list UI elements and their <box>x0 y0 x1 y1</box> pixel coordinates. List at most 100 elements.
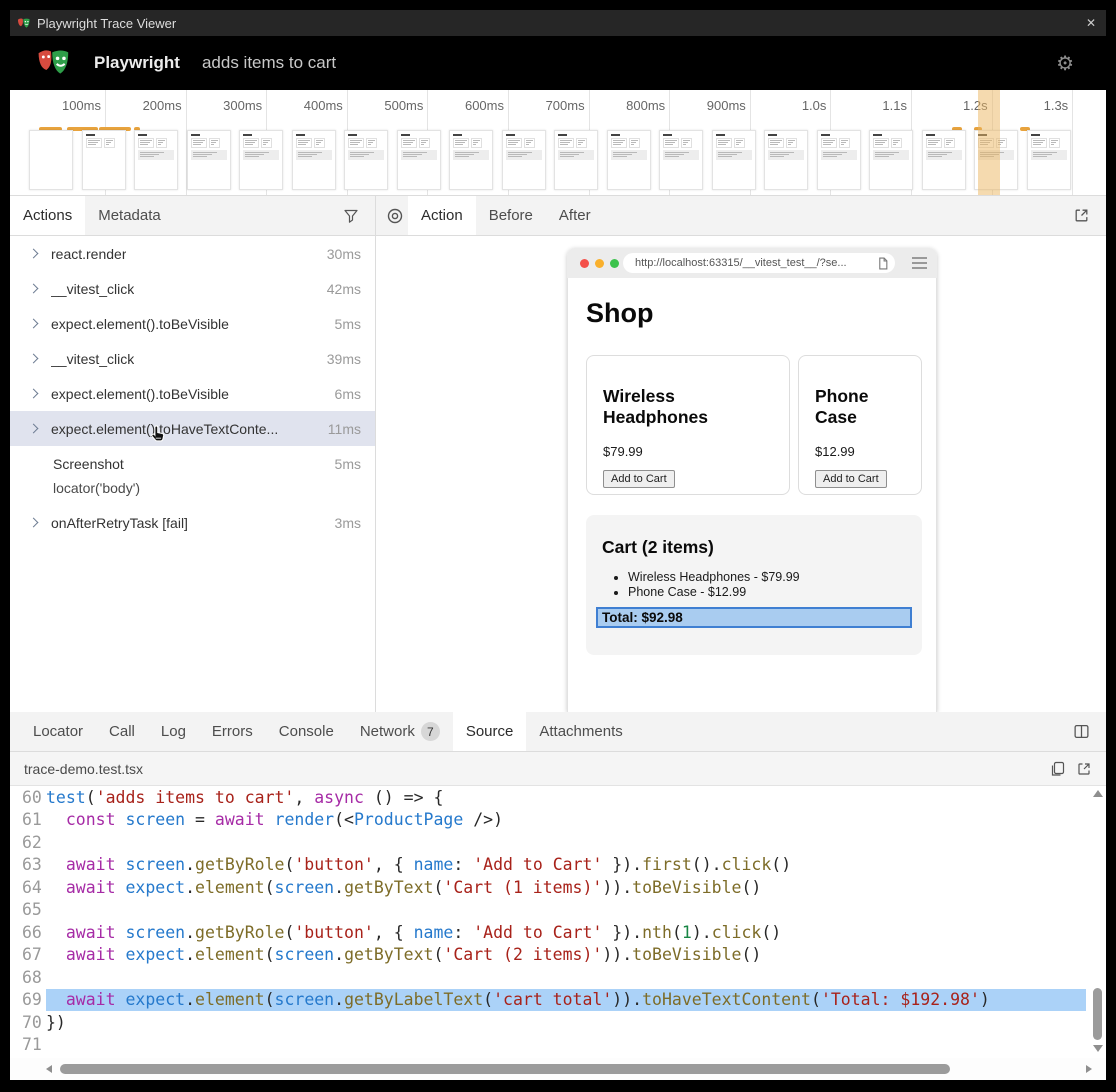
tab-call[interactable]: Call <box>96 712 148 751</box>
gear-icon[interactable]: ⚙ <box>1056 51 1074 76</box>
timeline-filmstrip-thumbnail[interactable] <box>449 130 493 190</box>
chevron-right-icon[interactable] <box>29 354 39 364</box>
action-list-item[interactable]: __vitest_click39ms <box>10 341 375 376</box>
chevron-right-icon[interactable] <box>29 319 39 329</box>
add-to-cart-button[interactable]: Add to Cart <box>815 470 887 488</box>
code-token <box>46 855 66 874</box>
product-name: Phone Case <box>815 386 905 429</box>
tab-action[interactable]: Action <box>408 196 476 235</box>
timeline-filmstrip-thumbnail[interactable] <box>82 130 126 190</box>
action-label: onAfterRetryTask [fail] <box>51 515 188 531</box>
browser-menu-icon[interactable] <box>912 257 927 272</box>
scroll-down-arrow-icon[interactable] <box>1093 1045 1103 1052</box>
product-card: Phone Case $12.99 Add to Cart <box>798 355 922 495</box>
thumb-mini-line <box>613 154 632 155</box>
tab-actions[interactable]: Actions <box>10 196 85 235</box>
thumb-mini-card <box>1049 138 1060 148</box>
tab-after[interactable]: After <box>546 196 604 235</box>
line-code: test('adds items to cart', async () => { <box>46 786 1086 809</box>
timeline-filmstrip-thumbnail[interactable] <box>29 130 73 190</box>
action-list-item[interactable]: Screenshot5ms <box>10 446 375 481</box>
copy-source-icon[interactable] <box>1050 761 1066 777</box>
timeline-filmstrip-thumbnail[interactable] <box>922 130 966 190</box>
cart-items-list: Wireless Headphones - $79.99Phone Case -… <box>628 570 906 599</box>
scroll-up-arrow-icon[interactable] <box>1093 790 1103 797</box>
timeline-filmstrip-thumbnail[interactable] <box>502 130 546 190</box>
chevron-right-icon[interactable] <box>29 249 39 259</box>
timeline-filmstrip-thumbnail[interactable] <box>292 130 336 190</box>
action-list-item[interactable]: expect.element().toBeVisible6ms <box>10 376 375 411</box>
code-token: 'Cart (1 items)' <box>443 878 602 897</box>
tab-attachments[interactable]: Attachments <box>526 712 635 751</box>
split-view-icon[interactable] <box>1073 723 1090 740</box>
thumb-mini-line <box>245 156 259 157</box>
source-file-bar: trace-demo.test.tsx <box>10 752 1106 786</box>
code-token: getByLabelText <box>344 990 483 1009</box>
timeline-filmstrip-thumbnail[interactable] <box>187 130 231 190</box>
filter-icon[interactable] <box>343 208 359 224</box>
timeline-filmstrip-thumbnail[interactable] <box>869 130 913 190</box>
thumb-mini-cart <box>821 150 857 160</box>
timeline-filmstrip-thumbnail[interactable] <box>134 130 178 190</box>
thumb-mini-line <box>718 152 742 153</box>
timeline-filmstrip-thumbnail[interactable] <box>659 130 703 190</box>
vertical-scrollbar[interactable] <box>1091 788 1104 1054</box>
tab-before[interactable]: Before <box>476 196 546 235</box>
chevron-right-icon[interactable] <box>29 284 39 294</box>
scroll-left-arrow-icon[interactable] <box>46 1065 52 1073</box>
action-duration: 11ms <box>322 421 361 437</box>
chevron-right-icon[interactable] <box>29 424 39 434</box>
chevron-right-icon[interactable] <box>29 389 39 399</box>
action-list-item[interactable]: __vitest_click42ms <box>10 271 375 306</box>
timeline-filmstrip-thumbnail[interactable] <box>607 130 651 190</box>
copy-url-icon[interactable] <box>877 257 888 270</box>
add-to-cart-button[interactable]: Add to Cart <box>603 470 675 488</box>
thumb-mini-line <box>298 142 308 143</box>
tab-source[interactable]: Source <box>453 712 527 751</box>
thumb-mini-line <box>875 152 899 153</box>
timeline-filmstrip-thumbnail[interactable] <box>239 130 283 190</box>
timeline-filmstrip-thumbnail[interactable] <box>344 130 388 190</box>
thumb-mini-line <box>770 140 782 141</box>
timeline-filmstrip-thumbnail[interactable] <box>817 130 861 190</box>
target-icon[interactable] <box>386 207 404 225</box>
tab-log[interactable]: Log <box>148 712 199 751</box>
horizontal-scroll-thumb[interactable] <box>60 1064 950 1074</box>
vertical-scroll-thumb[interactable] <box>1093 988 1102 1040</box>
thumb-mini-card <box>261 138 272 148</box>
action-list-item[interactable]: react.render30ms <box>10 236 375 271</box>
timeline[interactable]: 100ms200ms300ms400ms500ms600ms700ms800ms… <box>10 90 1106 196</box>
code-token: />) <box>463 810 503 829</box>
tab-network[interactable]: Network7 <box>347 712 453 751</box>
code-token: ) <box>980 990 990 1009</box>
timeline-filmstrip-thumbnail[interactable] <box>764 130 808 190</box>
horizontal-scrollbar[interactable] <box>10 1058 1106 1080</box>
timeline-filmstrip-thumbnail[interactable] <box>712 130 756 190</box>
tab-console[interactable]: Console <box>266 712 347 751</box>
thumb-mini-cart <box>243 150 279 160</box>
code-token: screen <box>275 990 335 1009</box>
scroll-right-arrow-icon[interactable] <box>1086 1065 1092 1073</box>
tab-locator[interactable]: Locator <box>20 712 96 751</box>
tab-label: Actions <box>23 207 72 224</box>
open-source-external-icon[interactable] <box>1076 761 1092 777</box>
address-bar[interactable]: http://localhost:63315/__vitest_test__/?… <box>623 253 895 273</box>
tab-errors[interactable]: Errors <box>199 712 266 751</box>
action-label: expect.element().toBeVisible <box>51 316 229 332</box>
timeline-filmstrip-thumbnail[interactable] <box>397 130 441 190</box>
code-token: . <box>185 945 195 964</box>
chevron-right-icon[interactable] <box>29 518 39 528</box>
code-token: 'adds items to cart' <box>96 788 295 807</box>
code-token: . <box>185 878 195 897</box>
code-token: )). <box>602 945 632 964</box>
action-list-item[interactable]: expect.element().toHaveTextConte...11ms <box>10 411 375 446</box>
action-list-item[interactable]: expect.element().toBeVisible5ms <box>10 306 375 341</box>
tab-metadata[interactable]: Metadata <box>85 196 174 235</box>
open-external-icon[interactable] <box>1073 207 1090 224</box>
close-icon[interactable]: ✕ <box>1086 16 1096 30</box>
thumb-mini-card <box>891 138 902 148</box>
timeline-filmstrip-thumbnail[interactable] <box>554 130 598 190</box>
timeline-filmstrip-thumbnail[interactable] <box>1027 130 1071 190</box>
thumb-mini-line <box>718 140 730 141</box>
action-list-item[interactable]: onAfterRetryTask [fail]3ms <box>10 505 375 540</box>
